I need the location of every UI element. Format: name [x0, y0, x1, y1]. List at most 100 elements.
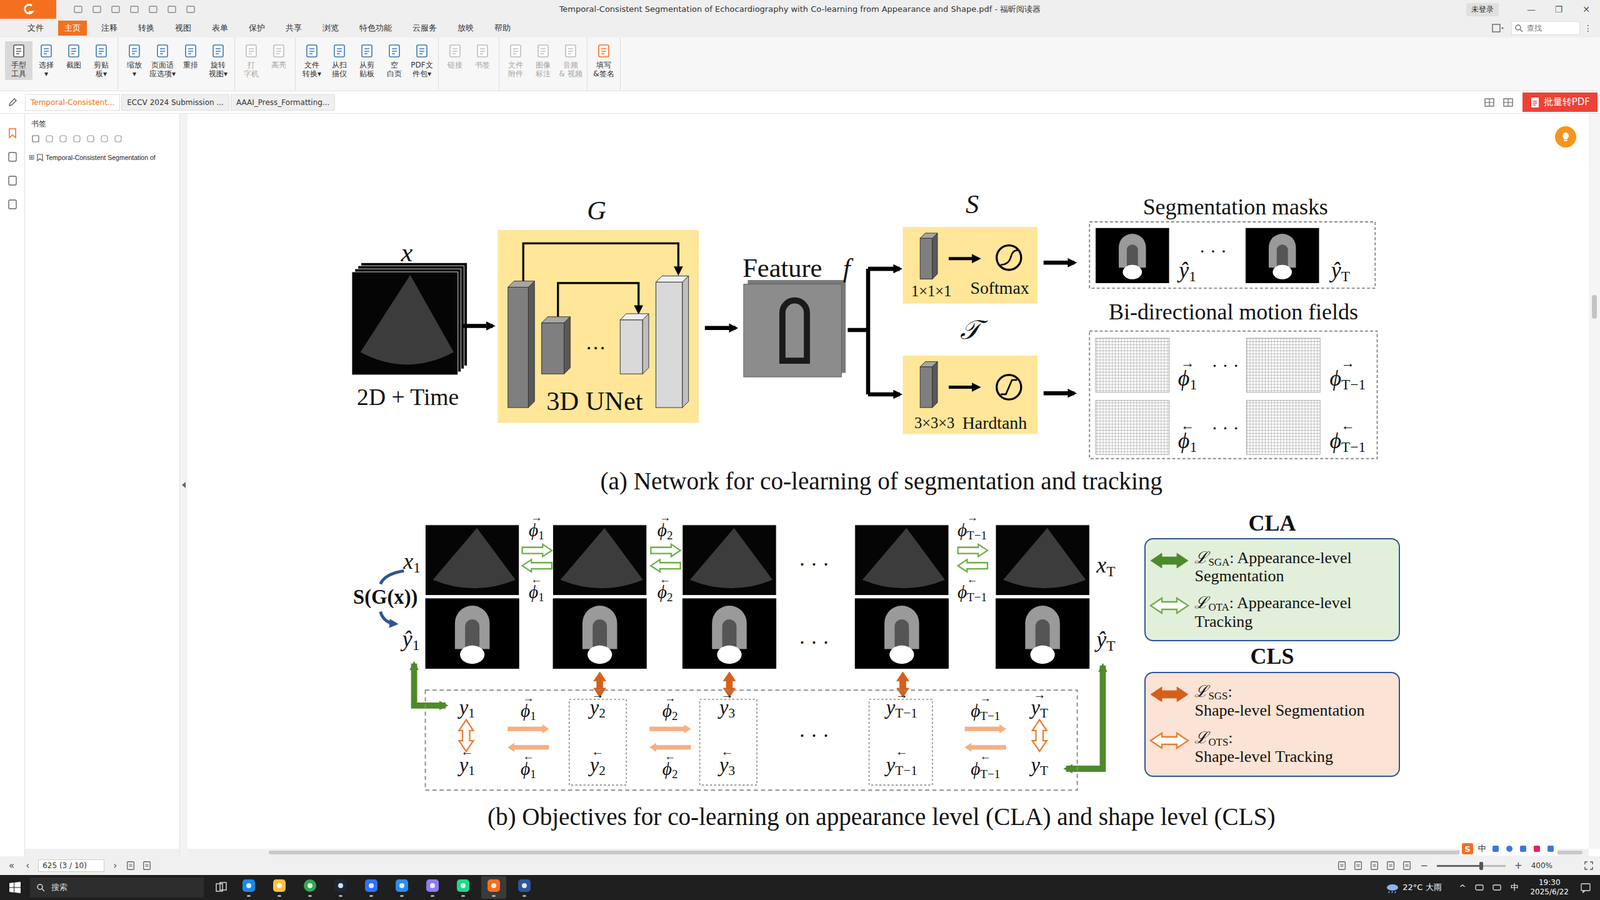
delete-icon[interactable]: [45, 134, 54, 144]
copy-icon[interactable]: [125, 860, 136, 871]
restore-button[interactable]: ❐: [1545, 4, 1573, 15]
menu-item[interactable]: 帮助: [488, 20, 517, 36]
bookmark-icon[interactable]: [6, 127, 19, 139]
open-icon[interactable]: [72, 3, 84, 15]
taskbar-app[interactable]: [420, 876, 445, 899]
hand-icon[interactable]: [185, 3, 197, 15]
page-input[interactable]: 625 (3 / 10): [38, 859, 105, 872]
layout-icon[interactable]: [1491, 22, 1505, 34]
prev-page-button[interactable]: ‹: [23, 860, 32, 872]
ime-logo[interactable]: S: [1461, 843, 1474, 855]
attachments-icon[interactable]: [6, 198, 19, 210]
input-method[interactable]: 中: [1510, 881, 1519, 894]
tag-icon[interactable]: [113, 134, 123, 144]
document-tab[interactable]: Temporal-Consistent...: [25, 94, 120, 111]
collapse-icon[interactable]: [181, 481, 186, 489]
redo-icon[interactable]: [166, 3, 178, 15]
ribbon-button[interactable]: 手型工具: [5, 41, 33, 80]
zoom-slider[interactable]: [1436, 865, 1506, 867]
notification-icon[interactable]: [1580, 881, 1592, 894]
document-tab[interactable]: ECCV 2024 Submission ...: [121, 94, 230, 111]
undo-icon[interactable]: [147, 3, 159, 15]
first-page-button[interactable]: «: [6, 860, 17, 872]
clock[interactable]: 19:302025/6/22: [1530, 878, 1569, 897]
comments-icon[interactable]: [6, 175, 19, 187]
ribbon-button[interactable]: 旋转视图▾: [204, 41, 232, 80]
ribbon-button[interactable]: 从剪贴板: [353, 41, 381, 80]
new-icon[interactable]: [128, 3, 140, 15]
add-icon[interactable]: [58, 134, 68, 144]
pen-icon[interactable]: [7, 97, 18, 108]
next-page-button[interactable]: ›: [110, 860, 120, 872]
taskbar-search[interactable]: 搜索: [30, 877, 204, 898]
network-icon[interactable]: [1474, 882, 1485, 893]
taskbar-app[interactable]: [236, 876, 262, 899]
taskbar-app[interactable]: [511, 876, 537, 899]
ribbon-button[interactable]: 空白页: [380, 41, 409, 80]
single-page-icon[interactable]: [1353, 860, 1364, 871]
skin-icon[interactable]: [1532, 844, 1542, 854]
punctuation-icon[interactable]: [1491, 844, 1500, 854]
ribbon-button[interactable]: PDF文件包▾: [408, 41, 436, 80]
print-icon[interactable]: [110, 3, 122, 15]
menu-item[interactable]: 视图: [168, 20, 198, 36]
taskbar-app[interactable]: [266, 876, 292, 899]
menu-item[interactable]: 文件: [21, 20, 50, 36]
keyboard-icon[interactable]: [1518, 844, 1528, 854]
ribbon-button[interactable]: 缩放▾: [120, 41, 149, 80]
menu-item[interactable]: 共享: [279, 20, 309, 36]
ribbon-button[interactable]: 选择▾: [32, 41, 60, 80]
menu-item[interactable]: 特色功能: [353, 20, 399, 36]
expand-toggle[interactable]: ⊞: [28, 153, 35, 162]
ribbon-button[interactable]: 截图: [60, 41, 88, 72]
zoom-out-button[interactable]: −: [1418, 860, 1432, 872]
horizontal-scrollbar[interactable]: [187, 848, 1589, 857]
volume-icon[interactable]: [1491, 882, 1502, 893]
scroll-thumb[interactable]: [1591, 295, 1597, 319]
scroll-thumb[interactable]: [268, 850, 1583, 855]
apps-icon[interactable]: [1546, 844, 1555, 854]
search-box[interactable]: [1511, 21, 1580, 35]
view-icon[interactable]: [1336, 860, 1347, 871]
bookmark-label[interactable]: Temporal-Consistent Segmentation of: [45, 153, 156, 162]
foxit-logo-icon[interactable]: [0, 0, 57, 19]
facing-icon[interactable]: [1385, 860, 1396, 871]
paste-icon[interactable]: [141, 860, 152, 871]
taskbar-app[interactable]: [481, 876, 507, 899]
tray-expand[interactable]: ^: [1459, 883, 1467, 893]
zoom-in-button[interactable]: +: [1511, 860, 1525, 872]
panel-scrollbar[interactable]: [25, 848, 180, 857]
taskbar-app[interactable]: [358, 876, 384, 899]
zoom-level[interactable]: 400%: [1531, 861, 1553, 870]
vertical-scrollbar[interactable]: [1588, 113, 1600, 849]
add-child-icon[interactable]: [72, 134, 82, 144]
menu-item[interactable]: 注释: [95, 20, 124, 36]
microphone-icon[interactable]: [1505, 844, 1514, 854]
menu-item[interactable]: 转换: [131, 20, 161, 36]
weather-widget[interactable]: 22°C 大雨: [1385, 881, 1442, 894]
list-view-icon[interactable]: [1502, 96, 1514, 109]
ime-language[interactable]: 中: [1478, 843, 1487, 855]
options-icon[interactable]: [31, 134, 40, 144]
save-icon[interactable]: [91, 3, 103, 15]
bookmark-item[interactable]: ⊞ Temporal-Consistent Segmentation of: [25, 145, 180, 169]
more-button[interactable]: ⋮: [1583, 23, 1593, 34]
ribbon-button[interactable]: 从扫描仪: [325, 41, 354, 80]
menu-item[interactable]: 保护: [242, 20, 272, 36]
panel-splitter[interactable]: [180, 113, 188, 857]
minimize-button[interactable]: —: [1517, 4, 1545, 15]
ribbon-button[interactable]: 页面适应选项▾: [148, 41, 177, 80]
search-input[interactable]: [1525, 23, 1572, 34]
batch-convert-button[interactable]: 批量转PDF: [1522, 92, 1598, 112]
ribbon-button[interactable]: 剪贴板▾: [87, 41, 115, 80]
pages-icon[interactable]: [6, 151, 19, 163]
menu-item[interactable]: 表单: [205, 20, 235, 36]
login-button[interactable]: 未登录: [1466, 3, 1499, 17]
taskbar-app[interactable]: [450, 876, 476, 899]
document-tab[interactable]: AAAI_Press_Formatting...: [230, 94, 335, 111]
font-up-icon[interactable]: [86, 134, 95, 144]
taskbar-app[interactable]: [297, 876, 323, 899]
grid-view-icon[interactable]: [1483, 96, 1495, 109]
cover-icon[interactable]: [1401, 860, 1412, 871]
tips-button[interactable]: [1555, 126, 1577, 148]
